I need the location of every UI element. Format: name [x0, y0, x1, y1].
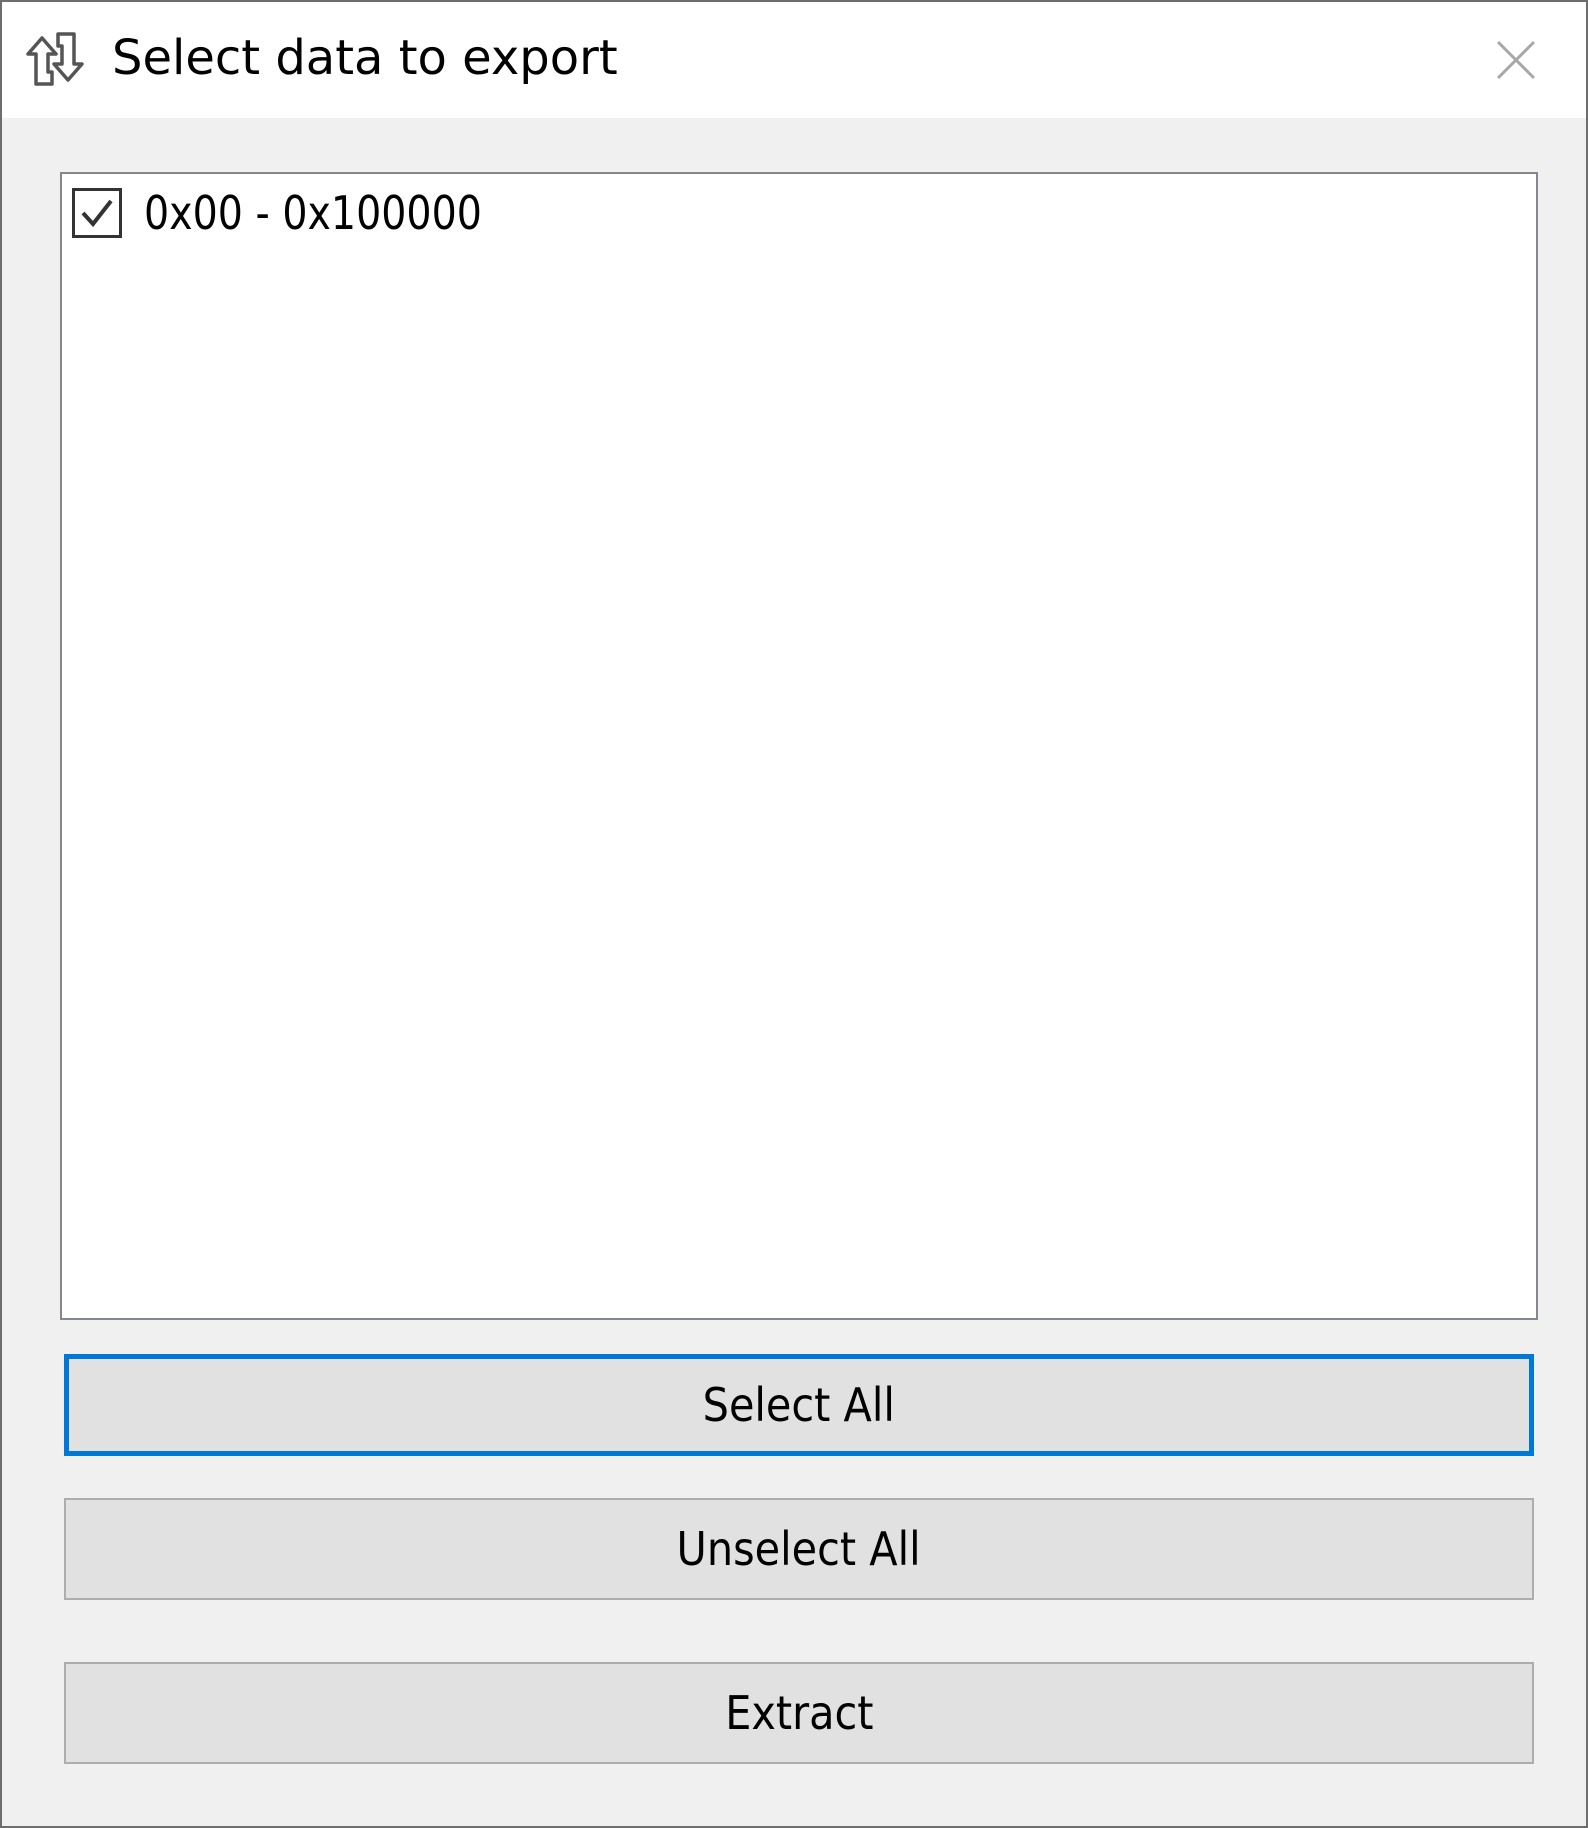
unselect-all-label: Unselect All [676, 1522, 922, 1576]
unselect-all-button[interactable]: Unselect All [64, 1498, 1534, 1600]
checkmark-icon [81, 199, 113, 228]
extract-label: Extract [724, 1686, 874, 1740]
title-bar: Select data to export [2, 2, 1586, 118]
data-range-list[interactable]: 0x00 - 0x100000 [60, 172, 1538, 1320]
window-title: Select data to export [112, 30, 618, 86]
export-arrows-icon [26, 32, 84, 86]
item-checkbox[interactable] [72, 188, 122, 238]
close-icon[interactable] [1484, 28, 1548, 92]
select-all-button[interactable]: Select All [64, 1354, 1534, 1456]
export-dialog: Select data to export 0x00 - 0x100000 Se… [0, 0, 1588, 1828]
extract-button[interactable]: Extract [64, 1662, 1534, 1764]
select-all-label: Select All [702, 1378, 896, 1432]
item-label: 0x00 - 0x100000 [144, 186, 482, 240]
list-item[interactable]: 0x00 - 0x100000 [72, 182, 537, 244]
